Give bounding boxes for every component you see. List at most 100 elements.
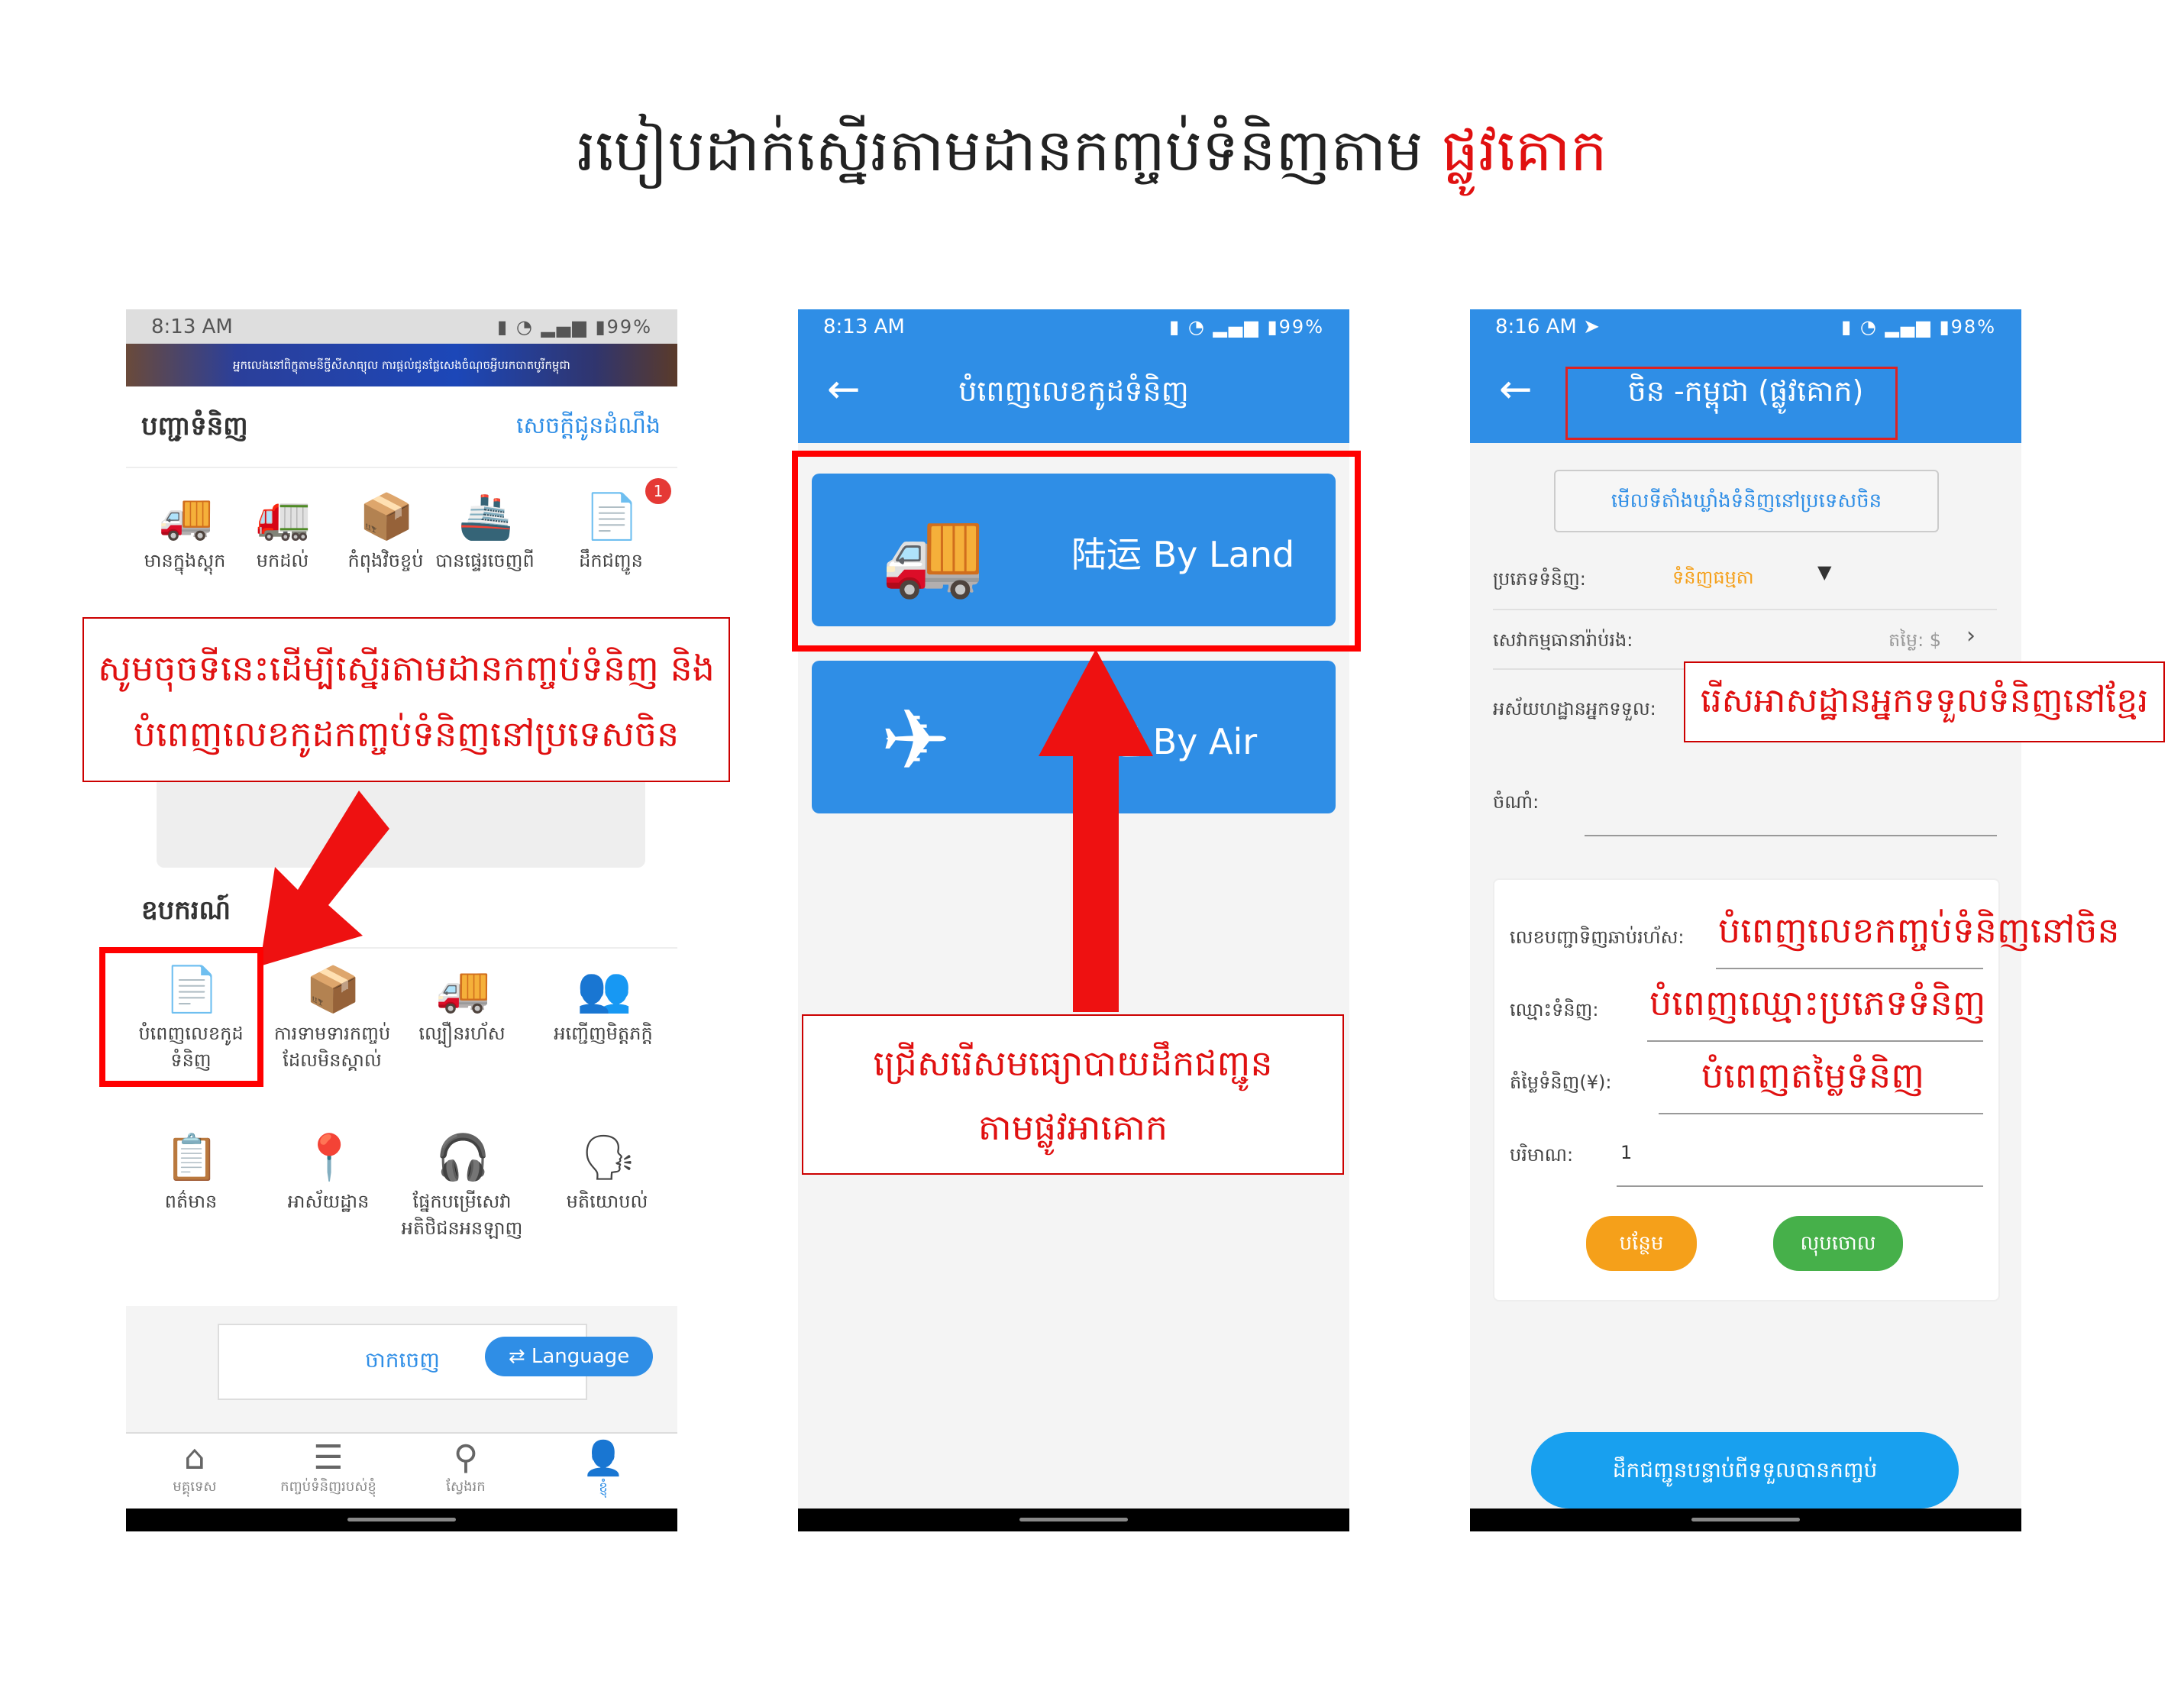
title-main: របៀបដាក់ស្នើរតាមដានកញ្ចប់ទំនិញតាម [577,116,1442,184]
insurance-value[interactable]: តម្លៃ: $ [1888,629,1941,655]
goods-price-label: តំម្លៃទំនិញ(¥): [1510,1072,1612,1093]
search-icon: ⚲ [453,1438,479,1477]
home-indicator [347,1518,456,1521]
order-item-label: បានផ្ទេរចេញពី [435,550,535,571]
map-illustration [157,768,645,868]
tool-unknown-package[interactable]: 📦 ការទាមទារកញ្ចប់ដែលមិនស្គាល់ [263,962,401,1075]
status-icons: ▮ ◔ ▂▄▆ ▮98% [1841,315,1996,338]
tool-customer-service[interactable]: 🎧 ផ្នែកបម្រើសេវាអតិថិជនអនឡាញ [401,1130,523,1243]
system-nav-bar [126,1509,677,1531]
ship-icon: 🚢 [458,490,514,542]
order-item-label: កំពុងវិចខ្ចប់ [347,550,424,571]
red-arrow-down-left [260,791,389,966]
highlight-route-title [1565,367,1898,440]
tools-title: ឧបករណ៍ [141,895,231,926]
add-button[interactable]: បន្ថែម [1586,1216,1697,1271]
headset-icon: 🎧 [435,1131,491,1183]
order-item-delivery[interactable]: 📄 ដឹកជញ្ជូន [561,490,661,576]
tool-news[interactable]: 📋 ពត៌មាន [141,1130,241,1217]
goods-name-label: ឈ្មោះទំនិញ: [1510,999,1599,1020]
tool-label: ផ្នែកបម្រើសេវាអតិថិជនអនឡាញ [401,1191,523,1239]
package-icon: 📦 [359,490,415,542]
annotation-box-tap-here: សូមចុចទីនេះដើម្បីស្នើរតាមដានកញ្ចប់ទំនិញ … [82,617,730,782]
system-nav-bar [798,1509,1349,1531]
status-battery: 99% [606,315,652,338]
tool-invite-friends[interactable]: 👥 អញ្ជើញមិត្តភក្តិ [538,962,668,1049]
list-icon: ☰ [313,1438,344,1477]
language-label: Language [531,1345,630,1368]
tracking-number-label: លេខបញ្ជាទិញឆាប់រហ័ស: [1510,926,1685,948]
home-indicator [1019,1518,1128,1521]
nav-guide[interactable]: ⌂ មគ្គុទេស [141,1438,248,1498]
truck-check-icon: 🚛 [256,490,312,542]
quantity-input[interactable]: 1 [1620,1142,1632,1163]
status-bar: 8:13 AM ▮ ◔ ▂▄▆ ▮99% [798,309,1349,344]
orders-title: បញ្ជាទំនិញ [141,411,248,441]
phone-home-screen: 8:13 AM ▮ ◔ ▂▄▆ ▮99% អ្នកលេងនៅពិក្ខុតាមន… [126,309,677,1531]
tracking-number-input[interactable] [1716,968,1983,969]
goods-type-select[interactable]: ទំនិញធម្មតា [1672,566,1754,593]
tool-label: ល្បឿនរហ័ស [418,1023,506,1044]
news-icon: 📋 [164,1131,220,1183]
home-icon: ⌂ [184,1438,205,1477]
goods-price-input[interactable] [1659,1113,1983,1114]
chevron-right-icon[interactable]: › [1966,622,1976,649]
status-icons: ▮ ◔ ▂▄▆ ▮99% [497,315,652,338]
tool-feedback[interactable]: 🗣 មតិយោបល់ [546,1130,668,1217]
truck-icon: 🚚 [158,490,214,542]
system-nav-bar [1470,1509,2021,1531]
order-item-label: ដឹកជញ្ជូន [579,550,643,571]
order-item-shipped[interactable]: 🚢 បានផ្ទេរចេញពី [435,490,535,576]
status-time: 8:13 AM [151,315,233,338]
language-icon: ⇄ [508,1345,531,1368]
highlight-fill-code-tool [99,947,263,1087]
note-label: ចំណាំ: [1493,791,1539,813]
status-bar: 8:16 AM ➤ ▮ ◔ ▂▄▆ ▮98% [1470,309,2021,344]
tool-address[interactable]: 📍 អាស័យដ្ឋាន [279,1130,378,1217]
tool-label: ពត៌មាន [164,1191,218,1212]
location-pin-icon: 📍 [302,1131,357,1183]
home-indicator [1691,1518,1800,1521]
nav-label: ស្វែងរក [446,1479,486,1495]
annotation-fill-tracking: បំពេញលេខកញ្ចប់ទំនិញនៅចិន [1718,910,2120,951]
goods-type-label: ប្រភេទទំនិញ: [1493,568,1586,590]
order-item-packing[interactable]: 📦 កំពុងវិចខ្ចប់ [336,490,435,576]
tool-label: អាស័យដ្ឋាន [287,1191,370,1212]
nav-label: ខ្ញុំ [599,1479,608,1496]
screen-title: បំពេញលេខកូដទំនិញ [958,374,1189,408]
goods-name-input[interactable] [1647,1040,1983,1042]
order-item-label: មកដល់ [256,550,309,571]
annotation-box-choose-land: ជ្រើសរើសមធ្យោបាយដឹកជញ្ជូនតាមផ្លូវអាគោក [802,1014,1344,1175]
highlight-by-land [792,451,1361,652]
receiver-address-label: អស័យហដ្ឋានអ្នកទទួល: [1493,698,1656,720]
nav-search[interactable]: ⚲ ស្វែងរក [412,1438,519,1498]
submit-ship-button[interactable]: ដឹកជញ្ជូនបន្ទាប់ពីទទួលបានកញ្ចប់ [1531,1432,1959,1509]
annotation-fill-name: បំពេញឈ្មោះប្រភេទទំនិញ [1649,982,1986,1023]
promo-banner[interactable]: អ្នកលេងនៅពិក្ខុតាមនីច្ជីសីសាធ្យុល ការផ្ត… [126,344,677,386]
fast-truck-icon: 🚚 [435,963,491,1015]
insurance-label: សេវាកម្មធានារ៉ាប់រង: [1493,629,1633,651]
status-time: 8:16 AM ➤ [1495,315,1600,338]
status-bar: 8:13 AM ▮ ◔ ▂▄▆ ▮99% [126,309,677,344]
annotation-fill-price: បំពេញតម្លៃទំនិញ [1701,1055,1924,1096]
feedback-icon: 🗣 [580,1131,637,1183]
airplane-icon: ✈ [880,691,951,789]
nav-me[interactable]: 👤 ខ្ញុំ [550,1438,657,1499]
warehouse-location-button[interactable]: មើលទីតាំងឃ្លាំងទំនិញនៅប្រទេសចិន [1554,470,1939,532]
language-button[interactable]: ⇄ Language [485,1337,653,1376]
delete-button[interactable]: លុបចោល [1773,1216,1903,1271]
nav-my-packages[interactable]: ☰ កញ្ចប់ទំនិញរបស់ខ្ញុំ [275,1438,382,1498]
order-item-in-stock[interactable]: 🚚 មានក្នុងស្តុក [135,490,234,576]
annotation-choose-address: រើសអាសដ្ឋានអ្នកទទួលទំនិញនៅខ្មែរ [1684,661,2165,742]
title-highlight: ផ្លូវគោក [1441,116,1607,184]
divider [1493,609,1997,610]
status-battery: 98% [1950,315,1996,338]
dropdown-caret-icon[interactable]: ▼ [1817,561,1831,583]
note-input-underline[interactable] [1585,835,1997,836]
user-icon: 👤 [582,1439,625,1478]
order-item-arrived[interactable]: 🚛 មកដល់ [233,490,332,576]
notification-link[interactable]: សេចក្ដីជូនដំណឹង [516,411,661,445]
app-bar: ← បំពេញលេខកូដទំនិញ [798,344,1349,443]
tool-express[interactable]: 🚚 ល្បឿនរហ័ស [412,962,512,1049]
nav-label: កញ្ចប់ទំនិញរបស់ខ្ញុំ [280,1479,376,1495]
